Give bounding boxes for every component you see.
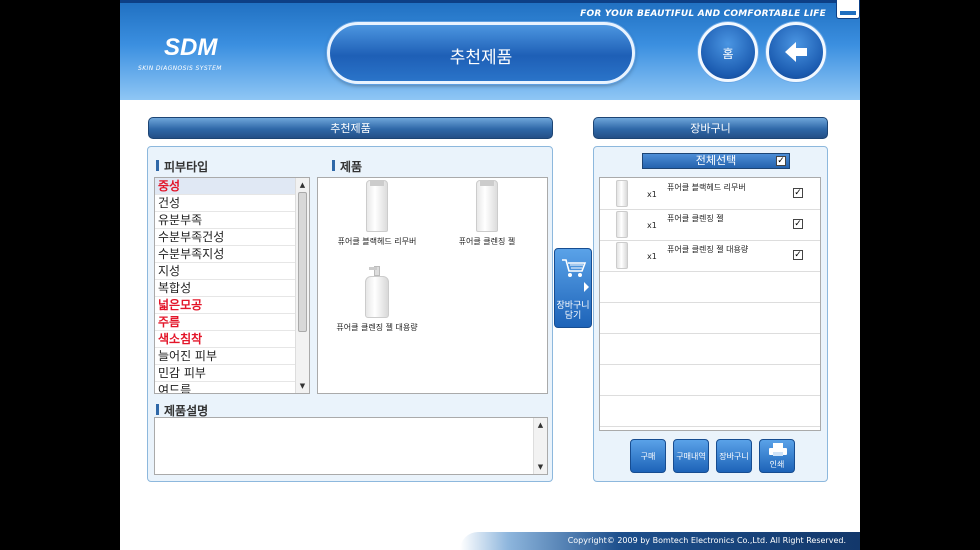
cart-item[interactable]: x1 퓨어클 클렌징 젤 대용량 ✓ (600, 240, 820, 272)
purchase-history-button[interactable]: 구매내역 (673, 439, 709, 473)
copyright-text: Copyright© 2009 by Bomtech Electronics C… (567, 536, 846, 545)
buy-button-label: 구매 (640, 452, 656, 461)
product-item[interactable]: 퓨어클 블랙헤드 리무버 (322, 180, 432, 247)
pump-bottle-icon (616, 242, 628, 269)
print-button[interactable]: 인쇄 (759, 439, 795, 473)
select-all-toggle[interactable]: 전체선택 (642, 153, 790, 169)
skin-list-scrollbar[interactable]: ▲ ▼ (295, 178, 309, 393)
battery-icon (836, 0, 860, 19)
skin-type-list[interactable]: 중성 건성 유분부족 수분부족건성 수분부족지성 지성 복합성 넓은모공 주름 색소침착 늘어진 피… (154, 177, 310, 394)
product-item[interactable]: 퓨어클 클렌징 젤 (432, 180, 542, 247)
back-button[interactable] (766, 22, 826, 82)
delete-button-label: 장바구니 삭제 (719, 452, 749, 491)
tube-icon (616, 180, 628, 207)
product-grid: 퓨어클 블랙헤드 리무버 퓨어클 클렌징 젤 퓨어클 클렌징 젤 대용량 (317, 177, 548, 394)
skin-type-item[interactable]: 주름 (155, 314, 309, 331)
arrow-right-icon (584, 282, 589, 292)
tube-icon (366, 180, 388, 232)
description-text (155, 418, 547, 424)
description-scrollbar[interactable]: ▲ ▼ (533, 418, 547, 474)
skin-type-item[interactable]: 수분부족건성 (155, 229, 309, 246)
tube-icon (616, 211, 628, 238)
description-box: ▲ ▼ (154, 417, 548, 475)
cart-item-qty: x1 (647, 221, 657, 230)
home-button[interactable]: 홈 (698, 22, 758, 82)
empty-row (600, 364, 820, 396)
cart-item-qty: x1 (647, 190, 657, 199)
skin-type-item[interactable]: 건성 (155, 195, 309, 212)
cart-item[interactable]: x1 퓨어클 블랙헤드 리무버 ✓ (600, 178, 820, 210)
select-all-label: 전체선택 (695, 154, 737, 167)
skin-type-item[interactable]: 중성 (155, 178, 309, 195)
skin-type-item[interactable]: 복합성 (155, 280, 309, 297)
cart-bar: 장바구니 (593, 117, 828, 139)
recommend-bar: 추천제품 (148, 117, 553, 139)
skin-type-item[interactable]: 넓은모공 (155, 297, 309, 314)
app-window: FOR YOUR BEAUTIFUL AND COMFORTABLE LIFE … (120, 0, 860, 550)
cart-item-qty: x1 (647, 252, 657, 261)
cart-item-name: 퓨어클 블랙헤드 리무버 (667, 183, 746, 192)
history-button-label: 구매내역 (676, 452, 706, 461)
add-to-cart-button[interactable]: 장바구니 담기 (554, 248, 592, 328)
empty-row (600, 302, 820, 334)
scroll-up-icon[interactable]: ▲ (296, 179, 309, 191)
skin-type-item[interactable]: 유분부족 (155, 212, 309, 229)
cart-item-name: 퓨어클 클렌징 젤 (667, 214, 724, 223)
empty-row (600, 395, 820, 427)
scroll-down-icon[interactable]: ▼ (296, 380, 309, 392)
cart-item-checkbox[interactable]: ✓ (793, 219, 803, 229)
scroll-up-icon[interactable]: ▲ (534, 419, 547, 431)
page-title-text: 추천제품 (449, 48, 513, 68)
tube-icon (476, 180, 498, 232)
cart-panel: 전체선택 ✓ x1 퓨어클 블랙헤드 리무버 ✓ x1 퓨어클 클렌징 젤 ✓ … (593, 146, 828, 491)
pump-bottle-icon (365, 266, 389, 318)
skin-type-item[interactable]: 지성 (155, 263, 309, 280)
footer: Copyright© 2009 by Bomtech Electronics C… (460, 532, 860, 550)
add-to-cart-label: 장바구니 담기 (556, 301, 590, 321)
select-all-checkbox[interactable]: ✓ (776, 156, 786, 166)
header: FOR YOUR BEAUTIFUL AND COMFORTABLE LIFE … (120, 0, 860, 100)
recommend-panel: 피부타입 제품 중성 건성 유분부족 수분부족건성 수분부족지성 지성 복합성 넓은모공 주름 색… (147, 146, 553, 482)
print-button-label: 인쇄 (769, 460, 785, 469)
logo-subtitle: SKIN DIAGNOSIS SYSTEM (138, 65, 222, 72)
product-label: 제품 (332, 158, 362, 175)
sdm-logo: SDM (164, 34, 218, 61)
product-item[interactable]: 퓨어클 클렌징 젤 대용량 (322, 266, 432, 333)
skin-type-item[interactable]: 여드름 (155, 382, 309, 393)
cart-item-checkbox[interactable]: ✓ (793, 188, 803, 198)
header-top-line (120, 0, 860, 3)
empty-row (600, 271, 820, 303)
skin-type-item[interactable]: 수분부족지성 (155, 246, 309, 263)
cart-item-name: 퓨어클 클렌징 젤 대용량 (667, 245, 749, 254)
delete-cart-button[interactable]: 장바구니 삭제 (716, 439, 752, 491)
cart-item-checkbox[interactable]: ✓ (793, 250, 803, 260)
arrow-left-icon (785, 42, 807, 62)
empty-row (600, 333, 820, 365)
skin-type-items: 중성 건성 유분부족 수분부족건성 수분부족지성 지성 복합성 넓은모공 주름 색소침착 늘어진 피… (155, 178, 309, 393)
skin-type-item[interactable]: 민감 피부 (155, 365, 309, 382)
buy-button[interactable]: 구매 (630, 439, 666, 473)
home-button-label: 홈 (722, 47, 734, 61)
skin-type-item[interactable]: 늘어진 피부 (155, 348, 309, 365)
skin-type-item[interactable]: 색소침착 (155, 331, 309, 348)
tagline: FOR YOUR BEAUTIFUL AND COMFORTABLE LIFE (580, 9, 826, 19)
cart-icon (562, 259, 587, 277)
product-name: 퓨어클 블랙헤드 리무버 (337, 237, 417, 246)
scroll-down-icon[interactable]: ▼ (534, 461, 547, 473)
page-title: 추천제품 (327, 22, 635, 84)
cart-list: x1 퓨어클 블랙헤드 리무버 ✓ x1 퓨어클 클렌징 젤 ✓ x1 퓨어클 … (599, 177, 821, 431)
cart-item[interactable]: x1 퓨어클 클렌징 젤 ✓ (600, 209, 820, 241)
skin-type-label: 피부타입 (156, 158, 208, 175)
product-name: 퓨어클 클렌징 젤 (458, 237, 516, 246)
printer-icon (769, 443, 787, 456)
product-name: 퓨어클 클렌징 젤 대용량 (336, 323, 418, 332)
scroll-thumb[interactable] (298, 192, 307, 332)
